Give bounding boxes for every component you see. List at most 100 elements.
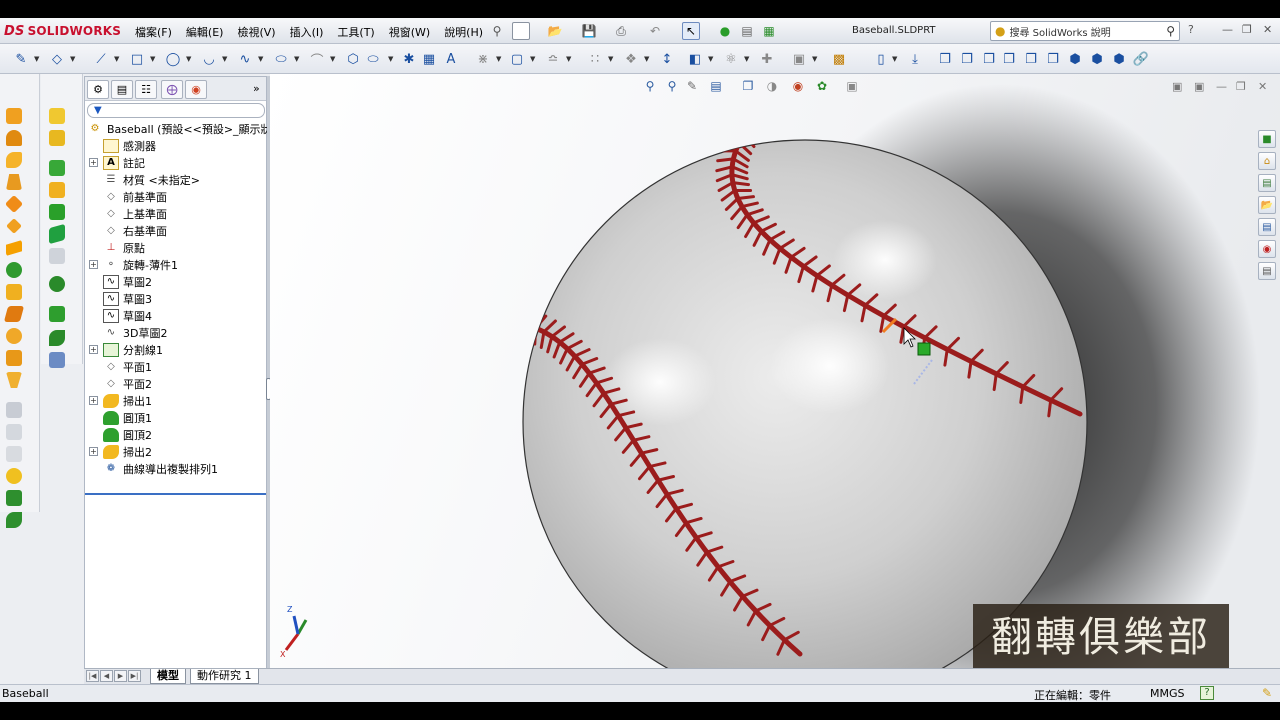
expand-icon[interactable]: +: [89, 345, 98, 354]
expand-icon[interactable]: +: [89, 260, 98, 269]
move-entities-icon[interactable]: ❖: [622, 50, 640, 68]
feature-manager-tab[interactable]: ⚙: [87, 80, 109, 99]
point-icon[interactable]: ✱: [400, 50, 418, 68]
expand-icon[interactable]: +: [89, 447, 98, 456]
split-line-tool-icon[interactable]: [49, 306, 65, 322]
repair-sketch-icon[interactable]: ◧: [686, 50, 704, 68]
help-menu-icon[interactable]: ?: [1188, 23, 1194, 36]
centerline-icon[interactable]: ▦: [420, 50, 438, 68]
circular-pattern-icon[interactable]: [49, 130, 65, 146]
tree-item-front-plane[interactable]: ◇ 前基準面: [103, 188, 167, 205]
text-icon[interactable]: A: [442, 50, 460, 68]
zoom-to-area-icon[interactable]: ⚲: [664, 78, 680, 94]
file-properties-icon[interactable]: ▤: [738, 22, 756, 40]
surface-revolve-icon[interactable]: [49, 223, 65, 245]
front-view-icon[interactable]: ❐: [936, 50, 954, 68]
trimetric-view-icon[interactable]: ⬢: [1088, 50, 1106, 68]
display-style-icon[interactable]: ◑: [764, 78, 780, 94]
rapid-sketch-icon[interactable]: ✚: [758, 50, 776, 68]
quick-snaps-icon[interactable]: ⚛: [722, 50, 740, 68]
helix-icon[interactable]: [49, 330, 65, 346]
shaded-sketch-icon[interactable]: ▩: [830, 50, 848, 68]
tree-item-sweep2[interactable]: + 掃出2: [89, 443, 152, 460]
design-library-icon[interactable]: ⌂: [1258, 152, 1276, 170]
smart-dimension-icon[interactable]: ◇: [48, 50, 66, 68]
menu-file[interactable]: 檔案(F): [128, 24, 179, 40]
linear-pattern-icon[interactable]: ∷: [586, 50, 604, 68]
new-document-icon[interactable]: [512, 22, 530, 40]
custom-properties-icon[interactable]: ▤: [1258, 262, 1276, 280]
chevron-down-icon[interactable]: ▼: [892, 55, 897, 63]
search-icon[interactable]: ⚲: [1166, 24, 1175, 38]
right-view-icon[interactable]: ❐: [1000, 50, 1018, 68]
viewport-minimize-icon[interactable]: —: [1216, 80, 1227, 93]
configuration-manager-tab[interactable]: ☷: [135, 80, 157, 99]
chevron-down-icon[interactable]: ▼: [388, 55, 393, 63]
reference-geometry-icon[interactable]: [6, 490, 22, 506]
chevron-down-icon[interactable]: ▼: [70, 55, 75, 63]
spline-icon[interactable]: ∿: [236, 50, 254, 68]
tree-item-plane1[interactable]: ◇ 平面1: [103, 358, 152, 375]
convert-entities-icon[interactable]: ▢: [508, 50, 526, 68]
rebuild-icon[interactable]: ●: [716, 22, 734, 40]
tree-item-curve-driven-pattern1[interactable]: ❁ 曲線導出複製排列1: [103, 460, 218, 477]
menu-help[interactable]: 說明(H): [437, 24, 490, 40]
slot-icon[interactable]: ⬭: [364, 50, 382, 68]
view-orientation-hud-icon[interactable]: ❐: [740, 78, 756, 94]
zoom-to-fit-icon[interactable]: ⚲: [642, 78, 658, 94]
dimxpert-tab[interactable]: ⨁: [161, 80, 183, 99]
save-icon[interactable]: 💾: [580, 22, 598, 40]
chevron-down-icon[interactable]: ▼: [496, 55, 501, 63]
chevron-down-icon[interactable]: ▼: [608, 55, 613, 63]
tree-item-sensors[interactable]: 感測器: [103, 137, 156, 154]
lofted-cut-icon[interactable]: [6, 284, 22, 300]
fillet-icon[interactable]: ⌒: [308, 50, 326, 69]
tree-item-sketch2[interactable]: ∿ 草圖2: [103, 273, 152, 290]
tree-item-right-plane[interactable]: ◇ 右基準面: [103, 222, 167, 239]
menu-tools[interactable]: 工具(T): [330, 24, 381, 40]
expand-icon[interactable]: +: [89, 158, 98, 167]
tree-item-sweep1[interactable]: + 掃出1: [89, 392, 152, 409]
hole-wizard-icon[interactable]: [49, 182, 65, 198]
chevron-down-icon[interactable]: ▼: [294, 55, 299, 63]
bottom-view-icon[interactable]: ❐: [1044, 50, 1062, 68]
offset-icon[interactable]: ≏: [544, 50, 562, 68]
tree-item-dome1[interactable]: 圓頂1: [103, 409, 152, 426]
property-manager-tab[interactable]: ▤: [111, 80, 133, 99]
chevron-down-icon[interactable]: ▼: [186, 55, 191, 63]
linear-pattern-feature-icon[interactable]: [49, 108, 65, 124]
first-tab-icon[interactable]: |◀: [86, 670, 99, 682]
surface-extrude-icon[interactable]: [49, 204, 65, 220]
swept-cut-icon[interactable]: [6, 262, 22, 278]
solidworks-resources-icon[interactable]: ■: [1258, 130, 1276, 148]
mirror-icon[interactable]: ⋇: [474, 50, 492, 68]
print-icon[interactable]: ⎙: [612, 22, 630, 40]
chevron-down-icon[interactable]: ▼: [222, 55, 227, 63]
lofted-boss-icon[interactable]: [6, 174, 22, 190]
projected-curve-icon[interactable]: [49, 352, 65, 368]
section-view-icon[interactable]: ▤: [708, 78, 724, 94]
left-view-icon[interactable]: ❐: [980, 50, 998, 68]
chevron-down-icon[interactable]: ▼: [566, 55, 571, 63]
edit-appearance-icon[interactable]: ◉: [790, 78, 806, 94]
display-relations-icon[interactable]: ↕: [658, 50, 676, 68]
extruded-cut-icon[interactable]: [6, 218, 22, 234]
rectangle-icon[interactable]: □: [128, 50, 146, 68]
boundary-cut-icon[interactable]: [3, 306, 25, 322]
quick-tips-icon[interactable]: ?: [1200, 686, 1214, 700]
view-palette-icon[interactable]: ▤: [1258, 218, 1276, 236]
dome-feature-icon[interactable]: [6, 468, 22, 484]
tree-item-dome2[interactable]: 圓頂2: [103, 426, 152, 443]
prev-tab-icon[interactable]: ◀: [100, 670, 113, 682]
open-folder-icon[interactable]: 📂: [546, 22, 564, 40]
chevron-down-icon[interactable]: ▼: [330, 55, 335, 63]
pin-icon[interactable]: ⚲: [488, 22, 506, 40]
back-view-icon[interactable]: ❐: [958, 50, 976, 68]
tree-item-material[interactable]: ☰ 材質 <未指定>: [103, 171, 200, 188]
tree-item-sketch3[interactable]: ∿ 草圖3: [103, 290, 152, 307]
expand-icon[interactable]: +: [89, 396, 98, 405]
display-manager-tab[interactable]: ◉: [185, 80, 207, 99]
expand-panel-icon[interactable]: »: [253, 82, 260, 95]
dimetric-view-icon[interactable]: ⬢: [1110, 50, 1128, 68]
tree-filter-field[interactable]: ▼: [87, 103, 265, 118]
